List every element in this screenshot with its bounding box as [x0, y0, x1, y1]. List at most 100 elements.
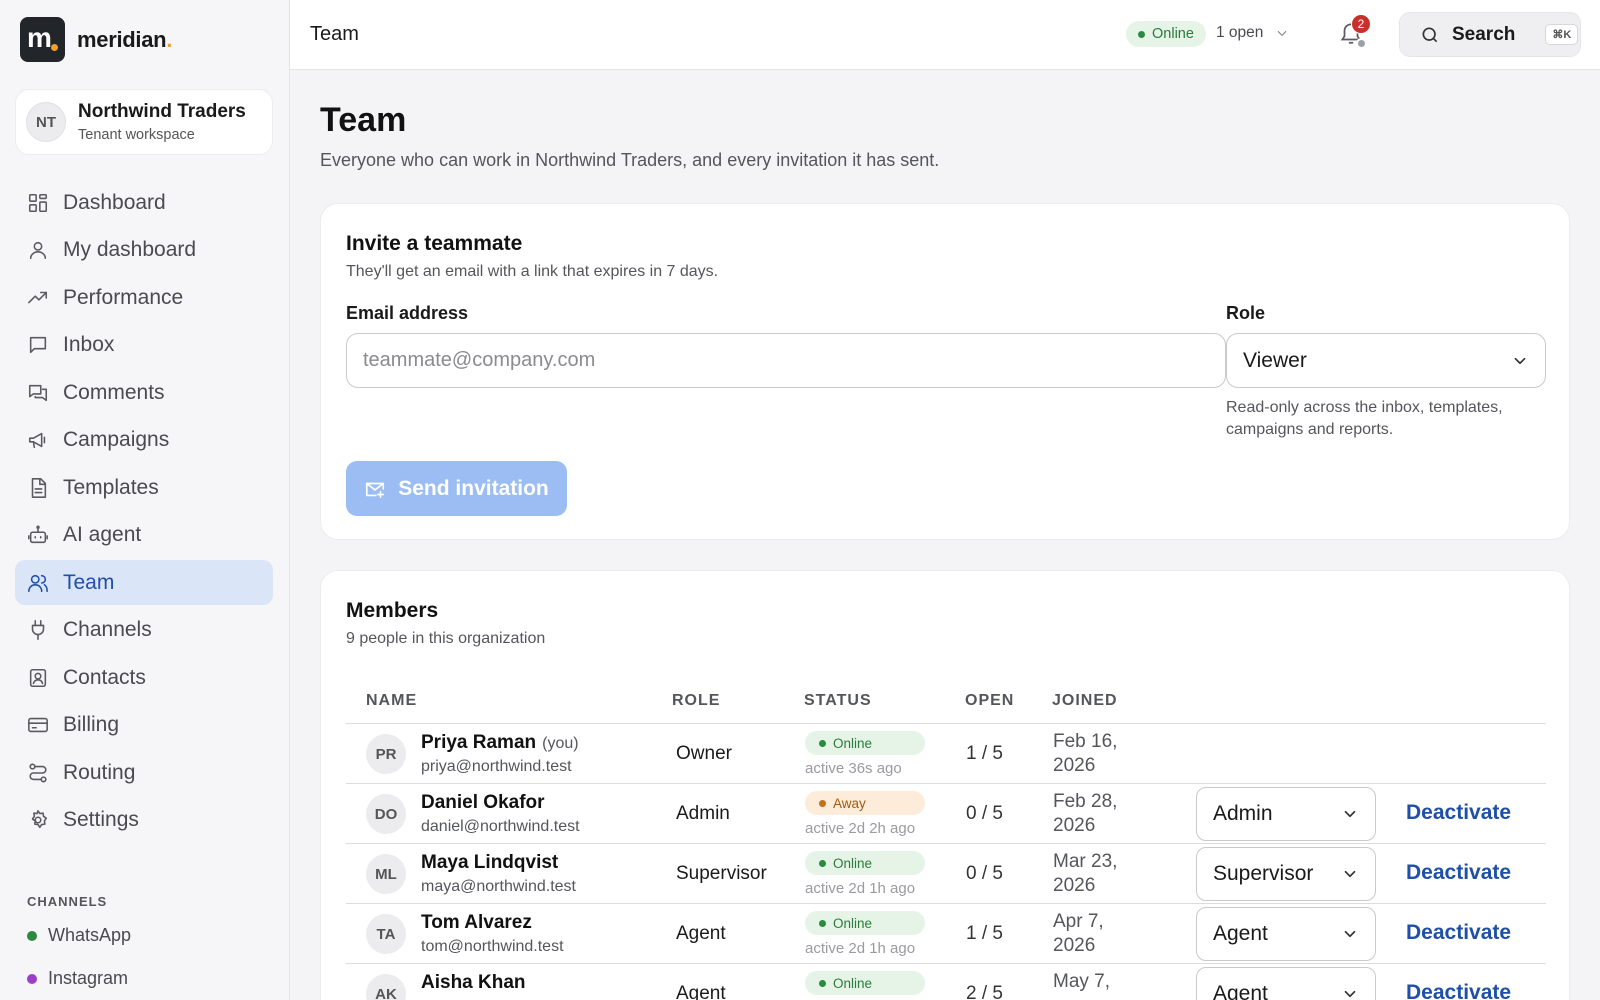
- joined-date: Feb 28, 2026: [1053, 791, 1118, 836]
- members-card: Members 9 people in this organization NA…: [320, 570, 1570, 1000]
- brand-logo: m: [20, 17, 65, 62]
- sidebar-item-label: Inbox: [63, 333, 115, 356]
- avatar: PR: [366, 734, 406, 774]
- sidebar-item-label: Contacts: [63, 665, 146, 689]
- email-field[interactable]: [346, 333, 1226, 388]
- sidebar-item-label: Dashboard: [63, 190, 166, 214]
- table-row: DO Daniel Okafor daniel@northwind.test A…: [346, 784, 1546, 844]
- search-button[interactable]: Search ⌘K: [1399, 12, 1581, 57]
- send-invitation-button[interactable]: Send invitation: [346, 461, 567, 516]
- sidebar-item-label: AI agent: [63, 523, 142, 546]
- sidebar: m meridian. NT Northwind Traders Tenant …: [0, 0, 290, 1000]
- member-role-select[interactable]: Agent: [1196, 967, 1376, 1000]
- sidebar-item-label: Billing: [63, 713, 120, 736]
- member-name: Aisha Khan: [421, 972, 526, 993]
- trend-icon: [28, 291, 48, 303]
- open-count: 0 / 5: [966, 803, 1003, 824]
- status-badge: Online: [805, 731, 925, 755]
- bot-icon: [28, 525, 48, 544]
- sidebar-nav: Dashboard My dashboard Performance Inbox…: [15, 180, 273, 845]
- members-title: Members: [346, 599, 439, 622]
- sidebar-item-label: Channels: [63, 618, 152, 641]
- column-header-open: OPEN: [965, 692, 1015, 709]
- deactivate-button[interactable]: Deactivate: [1406, 801, 1511, 825]
- email-label: Email address: [346, 303, 469, 323]
- role-help-text: Read-only across the inbox, templates, c…: [1226, 399, 1503, 438]
- tenant-switcher[interactable]: NT Northwind Traders Tenant workspace: [15, 89, 273, 155]
- sidebar-item-label: Settings: [63, 808, 139, 831]
- member-name: Daniel Okafor: [421, 792, 545, 813]
- mail-plus-icon: [366, 482, 385, 498]
- status-dot: [27, 973, 37, 984]
- sidebar-item-contacts[interactable]: Contacts: [15, 655, 273, 700]
- joined-date: Apr 7, 2026: [1053, 911, 1104, 956]
- member-role-select[interactable]: Agent: [1196, 907, 1376, 961]
- status-dot: [27, 930, 37, 941]
- open-count: 1 / 5: [966, 923, 1003, 944]
- chat-icon: [29, 336, 47, 354]
- chevron-down-icon: [1344, 930, 1356, 938]
- column-header-name: NAME: [366, 692, 418, 709]
- member-role: Admin: [676, 803, 730, 824]
- invite-subtitle: They'll get an email with a link that ex…: [346, 263, 719, 280]
- member-role: Agent: [676, 983, 726, 1000]
- member-email: tom@northwind.test: [421, 938, 564, 955]
- sidebar-item-dashboard[interactable]: Dashboard: [15, 180, 273, 225]
- open-conversations-dropdown[interactable]: 1 open: [1216, 24, 1289, 42]
- sidebar-item-performance[interactable]: Performance: [15, 275, 273, 320]
- members-table-header: NAME ROLE STATUS OPEN JOINED: [346, 676, 1546, 724]
- sidebar-item-label: Routing: [63, 760, 136, 784]
- avatar: ML: [366, 854, 406, 894]
- member-email: priya@northwind.test: [421, 758, 572, 775]
- sidebar-item-billing[interactable]: Billing: [15, 703, 273, 748]
- sidebar-item-settings[interactable]: Settings: [15, 798, 273, 843]
- chevron-down-icon: [1344, 810, 1356, 818]
- avatar: AK: [366, 974, 406, 1000]
- sidebar-item-my-dashboard[interactable]: My dashboard: [15, 228, 273, 273]
- member-role: Supervisor: [676, 863, 767, 884]
- column-header-role: ROLE: [672, 692, 721, 709]
- joined-date: Feb 16, 2026: [1053, 731, 1118, 776]
- status-badge: Online: [805, 971, 925, 995]
- chevron-down-icon: [1278, 30, 1287, 36]
- member-email: daniel@northwind.test: [421, 818, 580, 835]
- member-name: Priya Raman (you): [421, 732, 579, 753]
- plug-icon: [31, 620, 45, 640]
- table-row: PR Priya Raman (you) priya@northwind.test…: [346, 724, 1546, 784]
- members-subtitle: 9 people in this organization: [346, 630, 546, 647]
- brand[interactable]: m meridian.: [20, 17, 172, 62]
- megaphone-icon: [28, 432, 46, 449]
- notification-count-badge: 2: [1351, 14, 1371, 34]
- member-role-select[interactable]: Supervisor: [1196, 847, 1376, 901]
- sidebar-item-label: Templates: [63, 475, 159, 499]
- status-badge: Online: [805, 851, 925, 875]
- sidebar-item-ai-agent[interactable]: AI agent: [15, 513, 273, 558]
- deactivate-button[interactable]: Deactivate: [1406, 981, 1511, 1000]
- sidebar-item-label: Performance: [63, 285, 184, 309]
- joined-date: May 7,: [1053, 971, 1111, 992]
- member-email: maya@northwind.test: [421, 878, 576, 895]
- chevron-down-icon: [1344, 990, 1356, 998]
- sidebar-item-templates[interactable]: Templates: [15, 465, 273, 510]
- member-role: Agent: [676, 923, 726, 944]
- users-icon: [28, 574, 48, 592]
- deactivate-button[interactable]: Deactivate: [1406, 921, 1511, 945]
- sidebar-item-team[interactable]: Team: [15, 560, 273, 605]
- sidebar-item-channels[interactable]: Channels: [15, 608, 273, 653]
- sidebar-item-campaigns[interactable]: Campaigns: [15, 418, 273, 463]
- you-tag: (you): [542, 735, 579, 752]
- member-role-select[interactable]: Admin: [1196, 787, 1376, 841]
- last-active: active 2d 1h ago: [805, 940, 916, 957]
- sidebar-item-inbox[interactable]: Inbox: [15, 323, 273, 368]
- status-dot: [1356, 38, 1367, 49]
- member-role: Owner: [676, 743, 732, 764]
- contact-card-icon: [29, 668, 47, 687]
- deactivate-button[interactable]: Deactivate: [1406, 861, 1511, 885]
- channel-instagram[interactable]: Instagram: [27, 968, 128, 989]
- role-select[interactable]: Viewer: [1226, 333, 1546, 388]
- sidebar-item-routing[interactable]: Routing: [15, 750, 273, 795]
- sidebar-item-comments[interactable]: Comments: [15, 370, 273, 415]
- member-name: Maya Lindqvist: [421, 852, 559, 873]
- presence-status[interactable]: Online: [1126, 21, 1206, 47]
- channel-whatsapp[interactable]: WhatsApp: [27, 925, 131, 946]
